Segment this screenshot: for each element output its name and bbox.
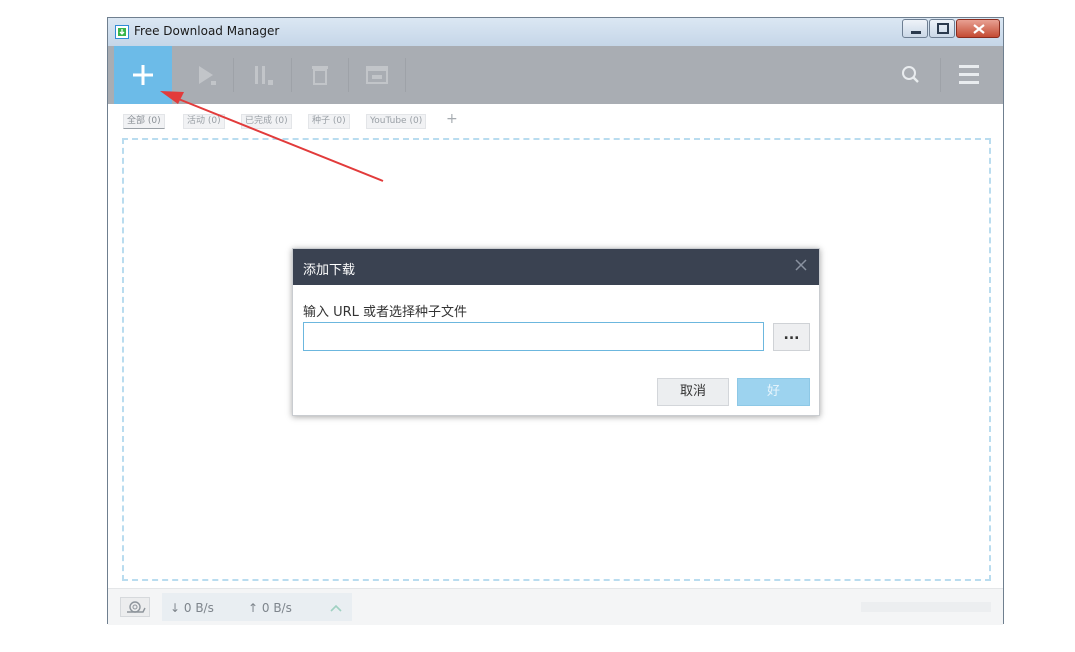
annotation-arrow-icon: [160, 91, 384, 182]
